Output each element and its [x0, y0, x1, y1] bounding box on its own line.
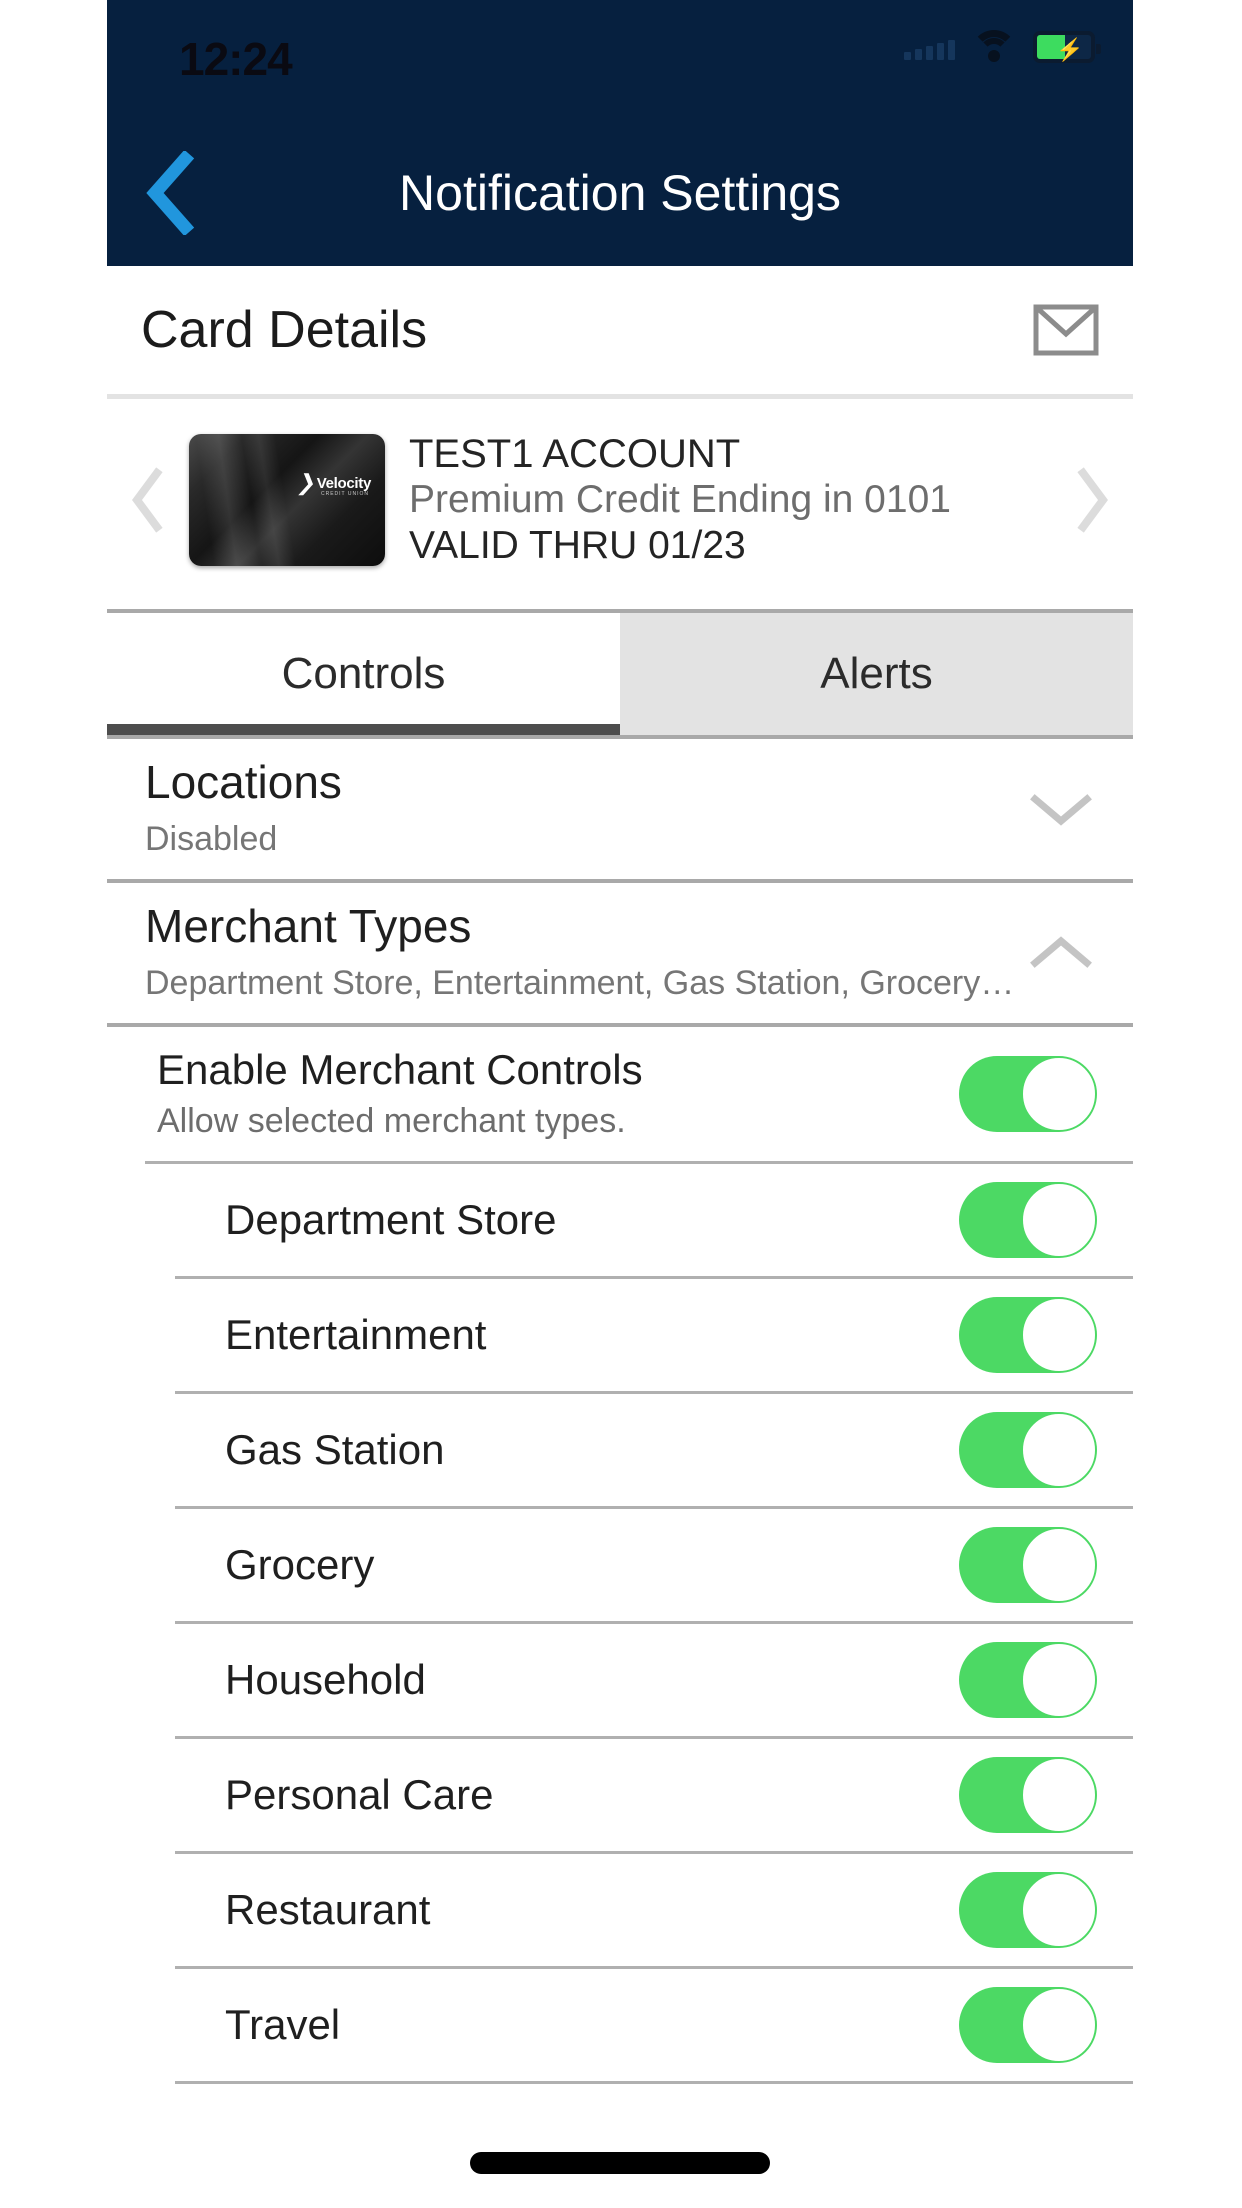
tab-alerts-label: Alerts [820, 649, 933, 698]
tab-bar: Controls Alerts [107, 613, 1133, 735]
section-locations-title: Locations [145, 756, 342, 808]
row-text: Grocery [157, 1539, 959, 1591]
merchant-type-label: Grocery [225, 1541, 375, 1588]
enable-merchant-controls-title: Enable Merchant Controls [157, 1046, 643, 1093]
toggle-merchant-type[interactable] [959, 1872, 1097, 1948]
merchant-type-label: Restaurant [225, 1886, 431, 1933]
battery-charging-icon: ⚡ [1033, 31, 1101, 63]
row-merchant-type[interactable]: Personal Care [107, 1739, 1133, 1851]
merchant-type-label: Entertainment [225, 1311, 487, 1358]
toggle-enable-merchant-controls[interactable] [959, 1056, 1097, 1132]
row-text: Gas Station [157, 1424, 959, 1476]
row-enable-merchant-controls[interactable]: Enable Merchant Controls Allow selected … [107, 1027, 1133, 1161]
card-account-name: TEST1 ACCOUNT [409, 432, 741, 476]
section-locations[interactable]: Locations Disabled [107, 739, 1133, 879]
row-text: Enable Merchant Controls Allow selected … [157, 1044, 959, 1144]
toggle-merchant-type[interactable] [959, 1987, 1097, 2063]
section-merchant-types-subtitle: Department Store, Entertainment, Gas Sta… [145, 964, 1015, 1002]
toggle-knob [1022, 1413, 1096, 1487]
merchant-type-label: Gas Station [225, 1426, 445, 1473]
card-carousel: ❯ Velocity CREDIT UNION TEST1 ACCOUNT Pr… [107, 399, 1133, 609]
row-merchant-type[interactable]: Grocery [107, 1509, 1133, 1621]
envelope-icon[interactable] [1033, 304, 1099, 356]
toggle-knob [1022, 1528, 1096, 1602]
card-brand-name: Velocity [316, 474, 372, 492]
enable-merchant-controls-subtitle: Allow selected merchant types. [157, 1102, 626, 1140]
row-text: Personal Care [157, 1769, 959, 1821]
tab-alerts[interactable]: Alerts [620, 613, 1133, 735]
section-merchant-types[interactable]: Merchant Types Department Store, Enterta… [107, 883, 1133, 1023]
toggle-knob [1022, 1988, 1096, 2062]
toggle-knob [1022, 1183, 1096, 1257]
tab-controls-label: Controls [281, 649, 446, 698]
toggle-merchant-type[interactable] [959, 1642, 1097, 1718]
signal-bars-icon [904, 34, 955, 60]
card-brand-sub: CREDIT UNION [320, 491, 369, 497]
row-text: Entertainment [157, 1309, 959, 1361]
row-text: Department Store [157, 1194, 959, 1246]
merchant-type-label: Personal Care [225, 1771, 494, 1818]
row-merchant-type[interactable]: Gas Station [107, 1394, 1133, 1506]
card-details-header: Card Details [107, 266, 1133, 394]
card-artwork[interactable]: ❯ Velocity CREDIT UNION [189, 434, 385, 566]
toggle-knob [1022, 1643, 1096, 1717]
toggle-knob [1022, 1758, 1096, 1832]
row-separator [175, 2081, 1133, 2084]
merchant-type-label: Department Store [225, 1196, 557, 1243]
chevron-left-icon [146, 151, 195, 235]
row-text: Travel [157, 1999, 959, 2051]
chevron-down-icon [1030, 794, 1092, 826]
carousel-prev-button[interactable] [113, 467, 183, 533]
nav-bar: Notification Settings [107, 120, 1133, 266]
card-description: Premium Credit Ending in 0101 [409, 478, 951, 521]
carousel-next-button[interactable] [1057, 467, 1127, 533]
toggle-merchant-type[interactable] [959, 1412, 1097, 1488]
toggle-knob [1022, 1873, 1096, 1947]
chevron-right-icon [1077, 467, 1108, 533]
row-merchant-type[interactable]: Department Store [107, 1164, 1133, 1276]
row-merchant-type[interactable]: Entertainment [107, 1279, 1133, 1391]
card-valid-thru: VALID THRU 01/23 [409, 524, 746, 567]
row-merchant-type[interactable]: Household [107, 1624, 1133, 1736]
status-time: 12:24 [179, 33, 293, 85]
row-text: Restaurant [157, 1884, 959, 1936]
section-merchant-types-title: Merchant Types [145, 900, 472, 952]
card-details-title: Card Details [141, 301, 428, 359]
row-text: Household [157, 1654, 959, 1706]
row-merchant-type[interactable]: Travel [107, 1969, 1133, 2081]
card-brand-logo: ❯ Velocity CREDIT UNION [296, 470, 372, 498]
chevron-up-icon [1030, 936, 1092, 968]
phone-screen: 12:24 ⚡ Notification Settings Card Detai… [107, 0, 1133, 2208]
merchant-type-label: Travel [225, 2001, 341, 2048]
section-locations-subtitle: Disabled [145, 820, 278, 858]
page-title: Notification Settings [399, 165, 841, 221]
toggle-merchant-type[interactable] [959, 1527, 1097, 1603]
merchant-type-label: Household [225, 1656, 426, 1703]
toggle-merchant-type[interactable] [959, 1297, 1097, 1373]
card-info: TEST1 ACCOUNT Premium Credit Ending in 0… [385, 430, 1057, 570]
toggle-knob [1022, 1298, 1096, 1372]
status-icons: ⚡ [904, 30, 1101, 64]
home-indicator[interactable] [470, 2152, 770, 2174]
tab-controls[interactable]: Controls [107, 613, 620, 735]
status-bar: 12:24 ⚡ [107, 0, 1133, 120]
back-button[interactable] [129, 148, 209, 238]
toggle-knob [1022, 1057, 1096, 1131]
wifi-icon [971, 30, 1017, 64]
chevron-left-icon [132, 467, 163, 533]
toggle-merchant-type[interactable] [959, 1757, 1097, 1833]
row-merchant-type[interactable]: Restaurant [107, 1854, 1133, 1966]
toggle-merchant-type[interactable] [959, 1182, 1097, 1258]
